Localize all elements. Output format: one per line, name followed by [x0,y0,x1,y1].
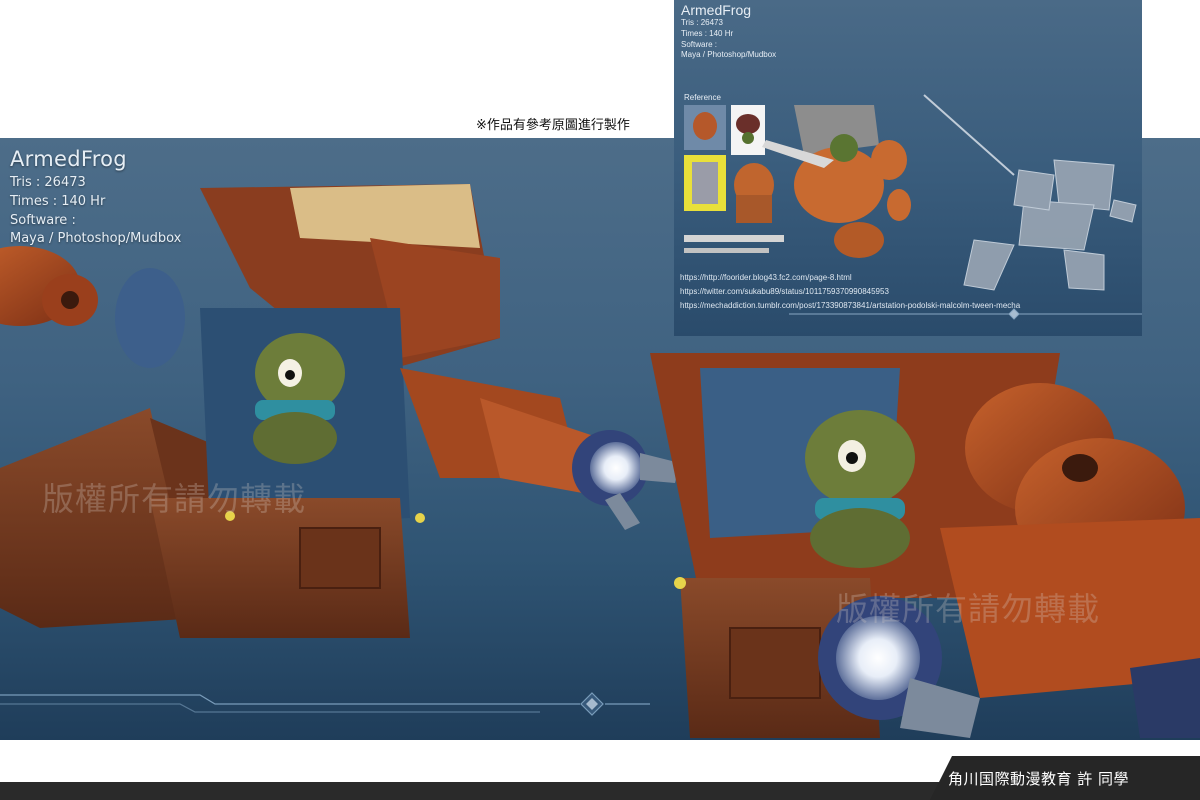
reference-software-value: Maya / Photoshop/Mudbox [681,50,777,59]
reference-link[interactable]: https://twitter.com/sukabu89/status/1011… [680,287,889,296]
time-spent: Times : 140 Hr [10,194,106,209]
reference-software-label: Software : [681,40,718,49]
left-mech-render [0,184,680,638]
reference-times: Times : 140 Hr [681,29,734,38]
reference-model-title: ArmedFrog [681,2,752,18]
software-value: Maya / Photoshop/Mudbox [10,231,182,246]
reference-tris: Tris : 26473 [681,18,723,27]
watermark-left: 版權所有請勿轉載 [42,480,307,518]
software-label: Software : [10,213,76,228]
tris-count: Tris : 26473 [10,175,86,190]
reference-link[interactable]: https://http://foorider.blog43.fc2.com/p… [680,273,852,282]
decorative-divider-line [0,692,650,716]
right-mech-render [650,353,1200,738]
reference-heading: Reference [684,93,721,102]
reference-link[interactable]: https://mechaddiction.tumblr.com/post/17… [680,301,1020,310]
model-title: ArmedFrog [10,147,127,171]
reference-note: ※作品有參考原圖進行製作 [476,118,630,133]
reference-panel: ArmedFrog Tris : 26473 Times : 140 Hr So… [674,0,1142,336]
portfolio-page: ArmedFrog Tris : 26473 Times : 140 Hr So… [0,0,1200,800]
school-credit: 角川国際動漫教育 許 同學 [948,770,1130,788]
watermark-right: 版權所有請勿轉載 [836,590,1101,628]
